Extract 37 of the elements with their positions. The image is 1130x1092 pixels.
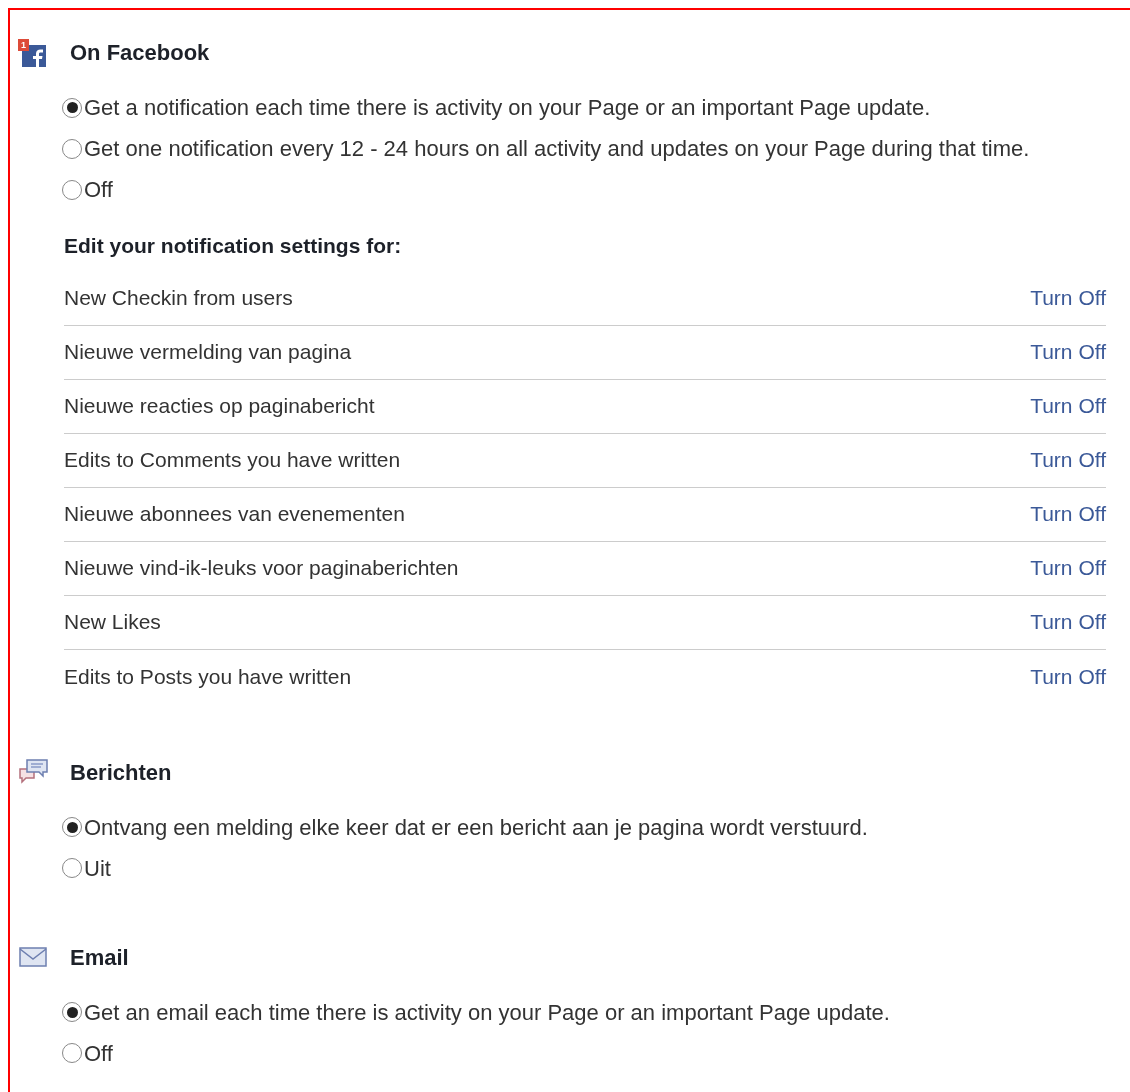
setting-label: Nieuwe vermelding van pagina xyxy=(64,339,352,366)
radio-button[interactable] xyxy=(62,179,82,200)
turn-off-link[interactable]: Turn Off xyxy=(1030,336,1106,368)
turn-off-link[interactable]: Turn Off xyxy=(1030,282,1106,314)
turn-off-link[interactable]: Turn Off xyxy=(1030,498,1106,530)
setting-label: Nieuwe abonnees van evenementen xyxy=(64,501,405,528)
radio-option[interactable]: Get one notification every 12 - 24 hours on all activity and updates on your Page during that time. xyxy=(62,128,1106,169)
radio-button[interactable] xyxy=(62,1043,82,1063)
radio-button[interactable] xyxy=(62,97,82,118)
settings-heading: Edit your notification settings for: xyxy=(64,233,403,259)
section-title: On Facebook xyxy=(70,39,210,67)
radio-button[interactable] xyxy=(62,858,82,878)
setting-label: New Likes xyxy=(64,609,161,636)
chat-bubbles-icon xyxy=(18,757,50,787)
radio-option[interactable]: Off xyxy=(62,169,1106,210)
radio-button[interactable] xyxy=(62,1002,82,1022)
radio-option[interactable]: Ontvang een melding elke keer dat er een bericht aan je pagina wordt verstuurd. xyxy=(62,806,1106,848)
radio-option[interactable]: Off xyxy=(62,1032,1106,1074)
turn-off-link[interactable]: Turn Off xyxy=(1030,660,1106,693)
envelope-icon xyxy=(18,945,50,969)
setting-label: Edits to Comments you have written xyxy=(64,447,401,474)
setting-label: Nieuwe vind-ik-leuks voor paginaberichten xyxy=(64,555,459,582)
section-title: Email xyxy=(70,943,129,972)
radio-button[interactable] xyxy=(62,138,82,159)
setting-label: Nieuwe reacties op paginabericht xyxy=(64,393,375,420)
radio-option[interactable]: Get a notification each time there is activity on your Page or an important Page update. xyxy=(62,87,1106,128)
turn-off-link[interactable]: Turn Off xyxy=(1030,552,1106,584)
turn-off-link[interactable]: Turn Off xyxy=(1030,390,1106,422)
turn-off-link[interactable]: Turn Off xyxy=(1030,606,1106,638)
radio-option[interactable]: Uit xyxy=(62,847,1106,889)
setting-label: New Checkin from users xyxy=(64,285,293,312)
setting-label: Edits to Posts you have written xyxy=(64,663,352,690)
radio-button[interactable] xyxy=(62,817,82,837)
notification-badge: 1 xyxy=(18,38,29,51)
radio-option[interactable]: Get an email each time there is activity on your Page or an important Page update. xyxy=(62,991,1106,1033)
turn-off-link[interactable]: Turn Off xyxy=(1030,444,1106,476)
section-title: Berichten xyxy=(70,758,172,787)
